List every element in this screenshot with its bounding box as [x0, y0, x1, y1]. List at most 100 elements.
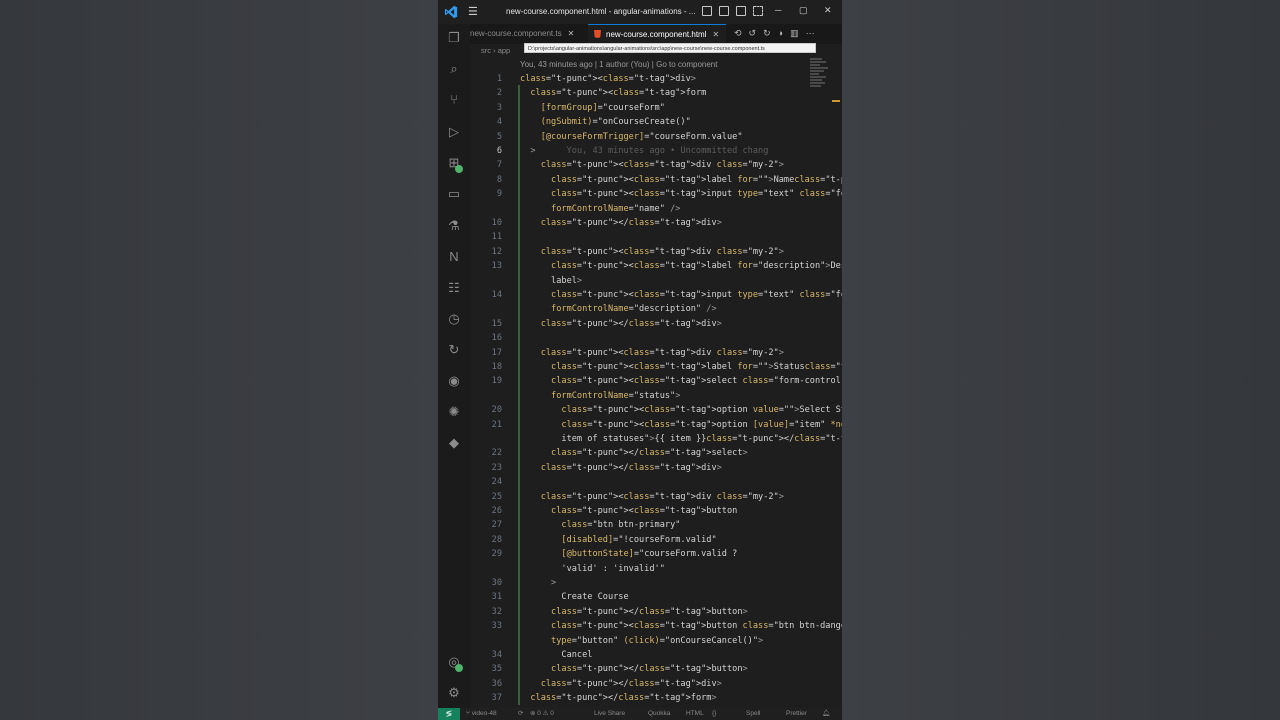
code-line[interactable]: 16	[470, 331, 842, 345]
live-share-status[interactable]: Live Share	[594, 708, 625, 720]
code-line[interactable]: formControlName="description" />	[470, 302, 842, 316]
line-number: 4	[496, 117, 502, 128]
maximize-button[interactable]: ▢	[799, 5, 808, 16]
code-line[interactable]: formControlName="status">	[470, 389, 842, 403]
breadcrumb-src[interactable]: src	[481, 46, 491, 55]
code-line[interactable]: 15 class="t-punc"></class="t-tag">div>	[470, 317, 842, 331]
language-mode[interactable]: HTML	[686, 708, 704, 720]
code-line[interactable]: 'valid' : 'invalid'"	[470, 562, 842, 576]
codelens-blame[interactable]: You, 43 minutes ago | 1 author (You) | G…	[520, 60, 717, 69]
notes-icon[interactable]: ☷	[446, 280, 462, 296]
code-line[interactable]: 13 class="t-punc"><class="t-tag">label f…	[470, 259, 842, 273]
settings-sync-icon[interactable]: ✺	[446, 404, 462, 420]
code-line[interactable]: 18 class="t-punc"><class="t-tag">label f…	[470, 360, 842, 374]
code-line[interactable]: formControlName="name" />	[470, 202, 842, 216]
code-line[interactable]: 5 [@courseFormTrigger]="courseForm.value…	[470, 130, 842, 144]
code-line[interactable]: 31 Create Course	[470, 590, 842, 604]
code-line[interactable]: 29 [@buttonState]="courseForm.valid ?	[470, 547, 842, 561]
explorer-icon[interactable]: ❐	[446, 30, 462, 46]
code-line[interactable]: 24	[470, 475, 842, 489]
code-line[interactable]: 36 class="t-punc"></class="t-tag">div>	[470, 677, 842, 691]
toggle-primary-sidebar-icon[interactable]	[702, 6, 712, 16]
editor-tabs: new-course.component.ts ✕ new-course.comp…	[470, 24, 842, 44]
code-line[interactable]: 11	[470, 230, 842, 244]
line-number: 25	[491, 491, 502, 502]
code-line[interactable]: 4 (ngSubmit)="onCourseCreate()"	[470, 115, 842, 129]
code-line[interactable]: 33 class="t-punc"><class="t-tag">button …	[470, 619, 842, 633]
code-line[interactable]: 26 class="t-punc"><class="t-tag">button	[470, 504, 842, 518]
branch-status[interactable]: ⑂ video-48	[466, 708, 497, 720]
manage-gear-icon[interactable]: ⚙	[446, 685, 462, 701]
code-line[interactable]: 32 class="t-punc"></class="t-tag">button…	[470, 605, 842, 619]
code-line[interactable]: 6 > You, 43 minutes ago • Uncommitted ch…	[470, 144, 842, 158]
customize-layout-icon[interactable]	[753, 6, 763, 16]
code-text: >	[551, 578, 557, 588]
code-line[interactable]: 34 Cancel	[470, 648, 842, 662]
code-line[interactable]: 8 class="t-punc"><class="t-tag">label fo…	[470, 173, 842, 187]
code-line[interactable]: 9 class="t-punc"><class="t-tag">input ty…	[470, 187, 842, 201]
tab-new-course-component-html[interactable]: new-course.component.html ✕	[588, 24, 726, 44]
nx-console-icon[interactable]: N	[446, 249, 462, 265]
code-line[interactable]: 22 class="t-punc"></class="t-tag">select…	[470, 446, 842, 460]
code-line[interactable]: 21 class="t-punc"><class="t-tag">option …	[470, 418, 842, 432]
split-editor-icon[interactable]: ▥	[790, 28, 806, 38]
toggle-secondary-sidebar-icon[interactable]	[736, 6, 746, 16]
sync-icon[interactable]: ⟳	[518, 708, 523, 720]
code-text: class="t-punc"><class="t-tag">input type…	[551, 290, 842, 300]
redo-icon[interactable]: ↻	[763, 28, 778, 38]
breadcrumb-app[interactable]: app	[498, 46, 511, 55]
minimap[interactable]	[810, 58, 830, 98]
testing-icon[interactable]: ⚗	[446, 218, 462, 234]
code-line[interactable]: 7 class="t-punc"><class="t-tag">div clas…	[470, 158, 842, 172]
code-line[interactable]: 35 class="t-punc"></class="t-tag">button…	[470, 662, 842, 676]
menu-icon[interactable]: ☰	[468, 6, 480, 18]
close-window-button[interactable]: ✕	[824, 5, 832, 16]
line-number: 23	[491, 462, 502, 473]
code-line[interactable]: 20 class="t-punc"><class="t-tag">option …	[470, 403, 842, 417]
problems-status[interactable]: ⊗ 0 ⚠ 0	[530, 708, 554, 720]
code-line[interactable]: 17 class="t-punc"><class="t-tag">div cla…	[470, 346, 842, 360]
line-number: 10	[491, 218, 502, 228]
line-number: 24	[491, 477, 502, 488]
code-editor[interactable]: You, 43 minutes ago | 1 author (You) | G…	[470, 58, 842, 708]
code-line[interactable]: 3 [formGroup]="courseForm"	[470, 101, 842, 115]
source-control-icon[interactable]: ⑂	[446, 92, 462, 108]
tab-new-course-component-ts[interactable]: new-course.component.ts ✕	[470, 24, 588, 44]
code-line[interactable]: type="button" (click)="onCourseCancel()"…	[470, 634, 842, 648]
github-icon[interactable]: ◉	[446, 373, 462, 389]
live-share-icon[interactable]: ↻	[446, 342, 462, 358]
open-changes-icon[interactable]: ◑	[778, 28, 790, 38]
code-line[interactable]: 30 >	[470, 576, 842, 590]
code-line[interactable]: 12 class="t-punc"><class="t-tag">div cla…	[470, 245, 842, 259]
undo-icon[interactable]: ↺	[749, 28, 764, 38]
remote-indicator-button[interactable]: ≶	[438, 708, 460, 720]
code-line[interactable]: 14 class="t-punc"><class="t-tag">input t…	[470, 288, 842, 302]
close-icon[interactable]: ✕	[713, 30, 720, 39]
remote-explorer-icon[interactable]: ▭	[446, 186, 462, 202]
code-line[interactable]: 37 class="t-punc"></class="t-tag">form>	[470, 691, 842, 705]
more-actions-icon[interactable]: ⋯	[806, 28, 822, 38]
code-line[interactable]: 1 class="t-punc"><class="t-tag">div>	[470, 72, 842, 86]
notifications-bell-icon[interactable]: 🔔︎	[822, 708, 830, 720]
docker-icon[interactable]: ◆	[446, 435, 462, 451]
go-back-icon[interactable]: ⟲	[734, 28, 749, 38]
code-line[interactable]: 28 [disabled]="!courseForm.valid"	[470, 533, 842, 547]
close-icon[interactable]: ✕	[568, 29, 575, 38]
toggle-panel-icon[interactable]	[719, 6, 729, 16]
code-line[interactable]: 27 class="btn btn-primary"	[470, 518, 842, 532]
timeline-icon[interactable]: ◷	[446, 311, 462, 327]
quokka-status[interactable]: Quokka	[648, 708, 670, 720]
code-line[interactable]: 2 class="t-punc"><class="t-tag">form	[470, 86, 842, 100]
code-line[interactable]: 23 class="t-punc"></class="t-tag">div>	[470, 461, 842, 475]
spell-status[interactable]: Spell	[746, 708, 760, 720]
code-line[interactable]: label>	[470, 274, 842, 288]
code-line[interactable]: 19 class="t-punc"><class="t-tag">select …	[470, 374, 842, 388]
code-line[interactable]: 25 class="t-punc"><class="t-tag">div cla…	[470, 490, 842, 504]
minimize-button[interactable]: ─	[775, 5, 781, 15]
search-icon[interactable]: ⌕	[446, 61, 462, 77]
prettier-status[interactable]: Prettier	[786, 708, 807, 720]
code-line[interactable]: item of statuses">{{ item }}class="t-pun…	[470, 432, 842, 446]
code-line[interactable]: 10 class="t-punc"></class="t-tag">div>	[470, 216, 842, 230]
braces-icon[interactable]: {}	[712, 708, 716, 720]
run-debug-icon[interactable]: ▷	[446, 124, 462, 140]
